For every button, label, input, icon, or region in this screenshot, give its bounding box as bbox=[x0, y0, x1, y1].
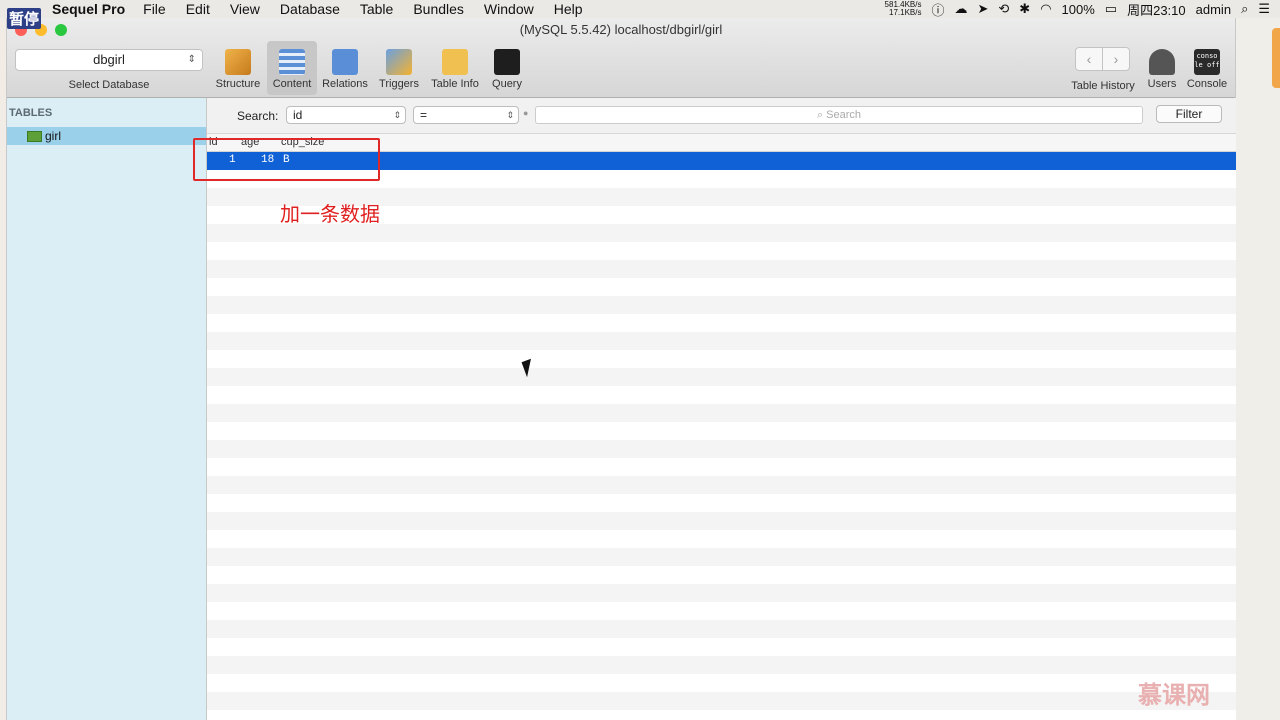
sidebar-item-label: girl bbox=[45, 129, 62, 143]
annotation-highlight-box bbox=[193, 138, 380, 181]
database-select-value: dbgirl bbox=[93, 52, 125, 67]
desktop-edge bbox=[1236, 18, 1280, 720]
search-icon: ⌕ bbox=[816, 109, 827, 121]
toolbar-label: Content bbox=[272, 78, 312, 90]
info-icon[interactable]: ⓘ bbox=[931, 0, 944, 19]
search-icon[interactable]: ⌕ bbox=[1241, 1, 1248, 17]
menu-app-name[interactable]: Sequel Pro bbox=[52, 1, 125, 17]
chevron-updown-icon: ⇕ bbox=[506, 110, 514, 120]
triggers-icon bbox=[386, 49, 412, 75]
time-machine-icon[interactable]: ⟲ bbox=[998, 1, 1009, 17]
window-title: (MySQL 5.5.42) localhost/dbgirl/girl bbox=[519, 22, 723, 37]
toolbar-label: Table History bbox=[1071, 80, 1135, 92]
toolbar-label: Query bbox=[492, 78, 522, 90]
search-field-value: id bbox=[293, 108, 303, 122]
menu-file[interactable]: File bbox=[143, 1, 166, 17]
search-field-select[interactable]: id ⇕ bbox=[286, 106, 406, 124]
net-down: 17.1KB/s bbox=[889, 8, 922, 17]
watermark-logo: 慕课网 bbox=[1138, 682, 1210, 709]
toolbar-relations[interactable]: Relations bbox=[319, 41, 371, 95]
status-area: 581.4KB/s 17.1KB/s ⓘ ☁ ➤ ⟲ ✱ ◠ 100% ▭ 周四… bbox=[885, 0, 1270, 18]
menu-edit[interactable]: Edit bbox=[186, 1, 210, 17]
relations-icon bbox=[332, 49, 358, 75]
toolbar-label: Users bbox=[1147, 78, 1177, 90]
toolbar-table-info[interactable]: Table Info bbox=[427, 41, 483, 95]
titlebar: (MySQL 5.5.42) localhost/dbgirl/girl dbg… bbox=[7, 18, 1235, 98]
toolbar-triggers[interactable]: Triggers bbox=[373, 41, 425, 95]
toolbar-label: Relations bbox=[322, 78, 368, 90]
content-icon bbox=[279, 49, 305, 75]
filter-bar: Search: id ⇕ = ⇕ ● ⌕ Search Filter bbox=[207, 98, 1237, 134]
query-terminal-icon bbox=[494, 49, 520, 75]
send-icon[interactable]: ➤ bbox=[977, 1, 988, 17]
filter-button[interactable]: Filter bbox=[1156, 105, 1222, 123]
sidebar: TABLES girl bbox=[7, 98, 207, 720]
battery-percent[interactable]: 100% bbox=[1062, 2, 1095, 17]
chevron-updown-icon: ⇕ bbox=[187, 54, 196, 65]
toolbar-structure[interactable]: Structure bbox=[211, 41, 265, 95]
users-icon bbox=[1149, 49, 1175, 75]
annotation-text: 加一条数据 bbox=[280, 204, 380, 226]
toolbar-label: Table Info bbox=[431, 78, 479, 90]
sidebar-header: TABLES bbox=[9, 107, 53, 119]
paused-overlay: 暂停 bbox=[7, 8, 42, 29]
search-placeholder: Search bbox=[826, 109, 862, 121]
app-window: (MySQL 5.5.42) localhost/dbgirl/girl dbg… bbox=[6, 18, 1237, 720]
chevron-updown-icon: ⇕ bbox=[393, 110, 401, 120]
toolbar-label: Structure bbox=[215, 78, 261, 90]
table-info-icon bbox=[442, 49, 468, 75]
network-speed: 581.4KB/s 17.1KB/s bbox=[885, 1, 922, 17]
sidebar-item-girl[interactable]: girl bbox=[7, 127, 206, 145]
toolbar-console[interactable]: conso le off Console bbox=[1183, 41, 1231, 95]
wifi-icon[interactable]: ◠ bbox=[1040, 1, 1051, 17]
menubar: Sequel Pro File Edit View Database Table… bbox=[0, 0, 1280, 18]
menu-help[interactable]: Help bbox=[554, 1, 583, 17]
menu-database[interactable]: Database bbox=[280, 1, 340, 17]
content-pane: Search: id ⇕ = ⇕ ● ⌕ Search Filter id ag… bbox=[207, 98, 1237, 720]
table-icon bbox=[27, 131, 42, 142]
menu-bundles[interactable]: Bundles bbox=[413, 1, 464, 17]
operator-select[interactable]: = ⇕ bbox=[413, 106, 519, 124]
table-history: Table History bbox=[1063, 67, 1143, 95]
console-icon: conso le off bbox=[1194, 49, 1220, 75]
operator-value: = bbox=[420, 108, 428, 122]
cloud-icon[interactable]: ☁ bbox=[954, 1, 967, 17]
database-select-label: Select Database bbox=[68, 79, 150, 91]
search-input[interactable]: ⌕ Search bbox=[535, 106, 1143, 124]
toolbar-label: Console bbox=[1186, 78, 1228, 90]
database-select[interactable]: dbgirl ⇕ bbox=[15, 49, 203, 71]
structure-icon bbox=[225, 49, 251, 75]
dot-icon: ● bbox=[523, 108, 529, 118]
toolbar-content[interactable]: Content bbox=[267, 41, 317, 95]
toolbar-query[interactable]: Query bbox=[485, 41, 529, 95]
clock[interactable]: 周四23:10 bbox=[1127, 0, 1186, 19]
search-label: Search: bbox=[237, 109, 279, 123]
bluetooth-icon[interactable]: ✱ bbox=[1019, 1, 1030, 17]
toolbar-label: Triggers bbox=[379, 78, 419, 90]
user-name[interactable]: admin bbox=[1196, 2, 1231, 17]
menu-window[interactable]: Window bbox=[484, 1, 534, 17]
battery-icon[interactable]: ▭ bbox=[1105, 1, 1117, 17]
menu-table[interactable]: Table bbox=[360, 1, 393, 17]
notification-center-icon[interactable]: ☰ bbox=[1258, 1, 1270, 17]
folder-tab bbox=[1272, 28, 1280, 88]
menu-view[interactable]: View bbox=[230, 1, 260, 17]
toolbar-users[interactable]: Users bbox=[1143, 41, 1181, 95]
